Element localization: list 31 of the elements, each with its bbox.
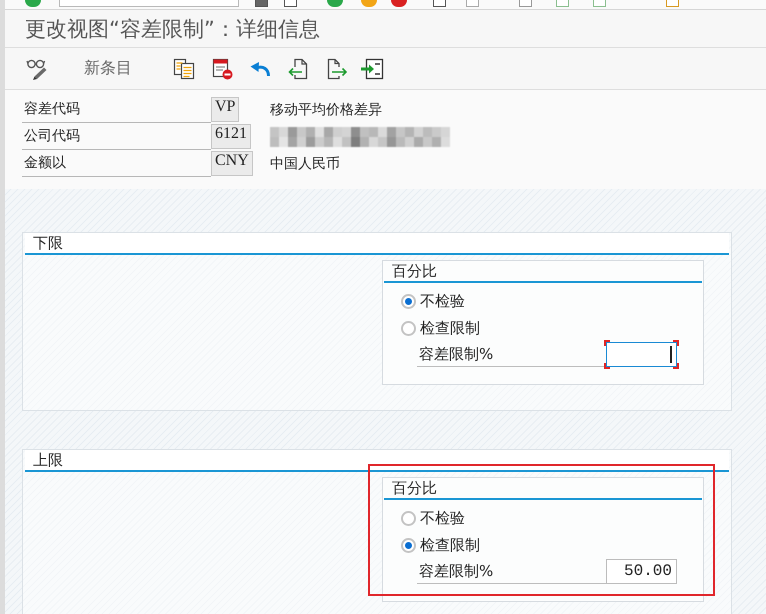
- description-text: 移动平均价格差异: [270, 100, 382, 118]
- command-field[interactable]: [59, 0, 239, 7]
- page-right-arrow-icon[interactable]: [326, 58, 348, 80]
- input-field[interactable]: [604, 340, 679, 369]
- subgroup-title: 百分比: [392, 479, 437, 497]
- description-text: 中国人民币: [270, 154, 340, 172]
- option-label[interactable]: 检查限制: [420, 536, 480, 555]
- subgroup-title: 百分比: [392, 262, 437, 280]
- option-label[interactable]: 检查限制: [420, 319, 480, 338]
- radio-button[interactable]: [401, 294, 416, 309]
- group-title: 下限: [33, 234, 63, 252]
- value-field[interactable]: 6121: [211, 124, 251, 149]
- radio-button[interactable]: [401, 321, 416, 336]
- window-title: 更改视图“容差限制”：详细信息: [25, 16, 320, 42]
- option-label[interactable]: 不检验: [420, 509, 465, 528]
- group-title: 上限: [33, 451, 63, 469]
- page-left-arrow-icon[interactable]: [287, 58, 309, 80]
- square-icon[interactable]: [284, 0, 297, 7]
- radio-button[interactable]: [401, 511, 416, 526]
- option-label[interactable]: 不检验: [420, 292, 465, 311]
- input-field[interactable]: 50.00: [606, 559, 677, 584]
- radio-button[interactable]: [401, 538, 416, 553]
- delete-icon[interactable]: [211, 58, 233, 80]
- text-cursor-icon: [670, 346, 672, 363]
- square-icon[interactable]: [433, 0, 446, 7]
- new-entry-button[interactable]: 新条目: [80, 56, 136, 81]
- arrow-into-box-icon[interactable]: [360, 58, 384, 80]
- value-field[interactable]: CNY: [211, 151, 253, 176]
- value-field[interactable]: VP: [211, 97, 240, 122]
- copy-icon[interactable]: [173, 58, 195, 80]
- glasses-pencil-icon[interactable]: [26, 58, 48, 80]
